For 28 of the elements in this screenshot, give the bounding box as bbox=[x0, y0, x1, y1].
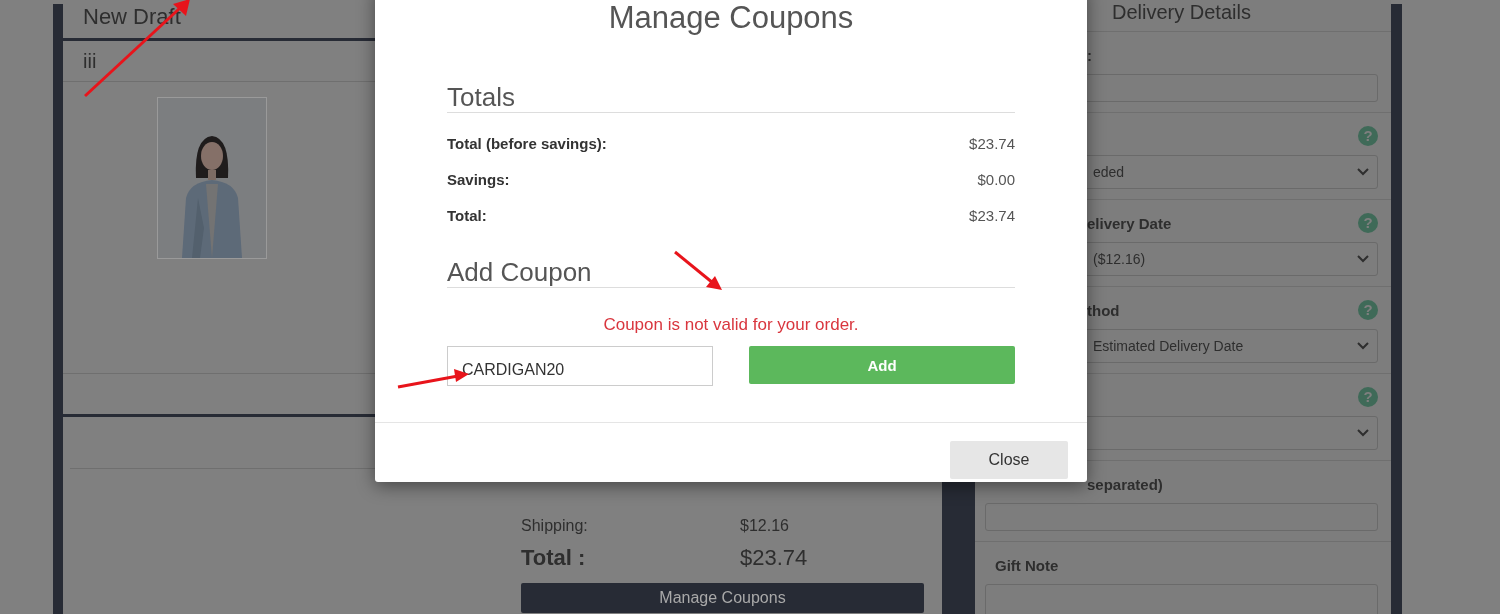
error-message: Coupon is not valid for your order. bbox=[603, 315, 859, 334]
total-label: Total : bbox=[521, 545, 586, 571]
totals-label: Total (before savings): bbox=[447, 134, 607, 152]
summary-value: $12.16 bbox=[740, 517, 789, 535]
totals-label: Total: bbox=[447, 206, 487, 224]
field-label: separated) bbox=[1086, 475, 1163, 493]
panel-title: Delivery Details bbox=[1112, 0, 1251, 24]
field-label: : bbox=[1086, 46, 1092, 64]
totals-label: Savings: bbox=[447, 170, 510, 188]
section-heading: Add Coupon bbox=[447, 257, 592, 287]
chevron-down-icon bbox=[1357, 255, 1369, 263]
summary-label: Shipping: bbox=[521, 517, 588, 535]
field-label: Gift Note bbox=[994, 556, 1059, 574]
total-value: $23.74 bbox=[740, 545, 808, 571]
modal-title: Manage Coupons bbox=[608, 0, 854, 35]
coupon-input[interactable]: CARDIGAN20 bbox=[447, 346, 713, 386]
manage-coupons-button[interactable]: Manage Coupons bbox=[521, 583, 924, 613]
add-button[interactable]: Add bbox=[749, 346, 1015, 384]
field-label: thod bbox=[1086, 301, 1120, 319]
annotation-arrow bbox=[674, 250, 722, 290]
close-button[interactable]: Close bbox=[950, 441, 1068, 479]
item-name: iii bbox=[83, 49, 97, 74]
section-heading: Totals bbox=[447, 82, 515, 112]
totals-value: $23.74 bbox=[969, 134, 1015, 152]
chevron-down-icon bbox=[1357, 429, 1369, 437]
chevron-down-icon bbox=[1357, 168, 1369, 176]
totals-value: $23.74 bbox=[969, 206, 1015, 224]
chevron-down-icon bbox=[1357, 342, 1369, 350]
